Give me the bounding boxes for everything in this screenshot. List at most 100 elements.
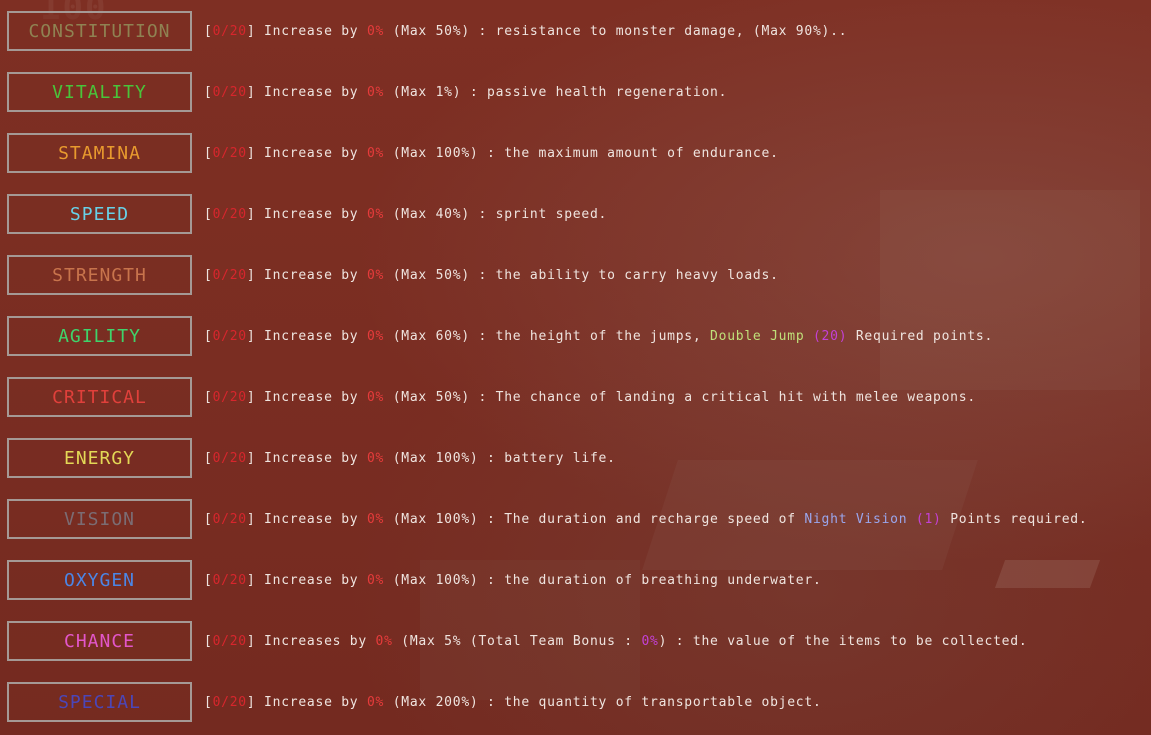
description-prefix: Increase by xyxy=(255,206,367,222)
stat-row-oxygen: OXYGEN [0/20] Increase by 0% (Max 100%) … xyxy=(0,560,1151,600)
description-prefix: Increase by xyxy=(255,572,367,588)
stat-percent: 0% xyxy=(366,267,385,283)
stat-label: OXYGEN xyxy=(63,569,136,591)
description-text: (Max 100%) : the maximum amount of endur… xyxy=(384,145,779,161)
description-prefix: Increases by xyxy=(255,633,376,649)
stat-points: 0/20 xyxy=(212,206,247,222)
description-text: (Max 200%) : the quantity of transportab… xyxy=(384,694,822,710)
description-text: (Max 100%) : the duration of breathing u… xyxy=(384,572,822,588)
vitality-button[interactable]: VITALITY xyxy=(7,72,192,112)
description-prefix: Increase by xyxy=(255,267,367,283)
stat-description: [0/20] Increase by 0% (Max 1%) : passive… xyxy=(204,84,728,100)
stat-percent: 0% xyxy=(366,389,385,405)
stat-points: 0/20 xyxy=(212,328,247,344)
stat-row-agility: AGILITY [0/20] Increase by 0% (Max 60%) … xyxy=(0,316,1151,356)
agility-button[interactable]: AGILITY xyxy=(7,316,192,356)
description-text: (Max 50%) : The chance of landing a crit… xyxy=(384,389,976,405)
stat-description: [0/20] Increase by 0% (Max 50%) : resist… xyxy=(204,23,848,39)
stat-percent: 0% xyxy=(366,450,385,466)
stat-label: SPEED xyxy=(69,203,130,225)
description-suffix: Points required. xyxy=(941,511,1088,527)
stat-row-vitality: VITALITY [0/20] Increase by 0% (Max 1%) … xyxy=(0,72,1151,112)
oxygen-button[interactable]: OXYGEN xyxy=(7,560,192,600)
stat-description: [0/20] Increase by 0% (Max 60%) : the he… xyxy=(204,328,994,344)
chance-button[interactable]: CHANCE xyxy=(7,621,192,661)
stat-label: CONSTITUTION xyxy=(28,20,171,42)
stat-points: 0/20 xyxy=(212,450,247,466)
stat-percent: 0% xyxy=(366,84,385,100)
special-button[interactable]: SPECIAL xyxy=(7,682,192,722)
required-points: (1) xyxy=(915,511,942,527)
description-text: (Max 1%) : passive health regeneration. xyxy=(384,84,728,100)
description-prefix: Increase by xyxy=(255,511,367,527)
description-suffix: ) : the value of the items to be collect… xyxy=(658,633,1028,649)
stat-label: CHANCE xyxy=(63,630,136,652)
stat-label: STAMINA xyxy=(58,142,141,164)
description-prefix: Increase by xyxy=(255,694,367,710)
stat-points: 0/20 xyxy=(212,694,247,710)
stat-percent: 0% xyxy=(366,23,385,39)
description-suffix: Required points. xyxy=(847,328,994,344)
stat-description: [0/20] Increase by 0% (Max 100%) : batte… xyxy=(204,450,616,466)
stat-row-critical: CRITICAL [0/20] Increase by 0% (Max 50%)… xyxy=(0,377,1151,417)
stat-points: 0/20 xyxy=(212,511,247,527)
stat-label: VITALITY xyxy=(52,81,147,103)
strength-button[interactable]: STRENGTH xyxy=(7,255,192,295)
stat-points: 0/20 xyxy=(212,145,247,161)
description-text: (Max 100%) : The duration and recharge s… xyxy=(384,511,805,527)
stat-label: STRENGTH xyxy=(52,264,147,286)
stat-description: [0/20] Increase by 0% (Max 50%) : the ab… xyxy=(204,267,779,283)
stat-points: 0/20 xyxy=(212,23,247,39)
stamina-button[interactable]: STAMINA xyxy=(7,133,192,173)
description-text: (Max 60%) : the height of the jumps, xyxy=(384,328,711,344)
stat-description: [0/20] Increase by 0% (Max 100%) : The d… xyxy=(204,511,1088,527)
description-prefix: Increase by xyxy=(255,84,367,100)
speed-button[interactable]: SPEED xyxy=(7,194,192,234)
stat-label: ENERGY xyxy=(63,447,136,469)
description-text: (Max 50%) : the ability to carry heavy l… xyxy=(384,267,779,283)
stat-description: [0/20] Increase by 0% (Max 200%) : the q… xyxy=(204,694,822,710)
double-jump-skill: Double Jump xyxy=(710,328,805,344)
description-text: (Max 50%) : resistance to monster damage… xyxy=(384,23,848,39)
stat-points: 0/20 xyxy=(212,389,247,405)
stat-points: 0/20 xyxy=(212,633,247,649)
energy-button[interactable]: ENERGY xyxy=(7,438,192,478)
stat-label: VISION xyxy=(63,508,136,530)
team-bonus-percent: 0% xyxy=(641,633,659,649)
stat-points: 0/20 xyxy=(212,267,247,283)
stat-description: [0/20] Increase by 0% (Max 100%) : the d… xyxy=(204,572,822,588)
stat-row-speed: SPEED [0/20] Increase by 0% (Max 40%) : … xyxy=(0,194,1151,234)
stat-percent: 0% xyxy=(366,511,385,527)
night-vision-skill: Night Vision xyxy=(804,511,908,527)
stat-percent: 0% xyxy=(366,145,385,161)
critical-button[interactable]: CRITICAL xyxy=(7,377,192,417)
description-text: (Max 100%) : battery life. xyxy=(384,450,616,466)
stat-row-stamina: STAMINA [0/20] Increase by 0% (Max 100%)… xyxy=(0,133,1151,173)
stat-percent: 0% xyxy=(366,572,385,588)
description-prefix: Increase by xyxy=(255,145,367,161)
stat-row-energy: ENERGY [0/20] Increase by 0% (Max 100%) … xyxy=(0,438,1151,478)
stat-row-special: SPECIAL [0/20] Increase by 0% (Max 200%)… xyxy=(0,682,1151,722)
stat-row-vision: VISION [0/20] Increase by 0% (Max 100%) … xyxy=(0,499,1151,539)
description-text: (Max 40%) : sprint speed. xyxy=(384,206,608,222)
stat-description: [0/20] Increase by 0% (Max 100%) : the m… xyxy=(204,145,779,161)
stat-row-constitution: CONSTITUTION [0/20] Increase by 0% (Max … xyxy=(0,11,1151,51)
stat-points: 0/20 xyxy=(212,572,247,588)
description-prefix: Increase by xyxy=(255,328,367,344)
stat-label: SPECIAL xyxy=(58,691,141,713)
stat-percent: 0% xyxy=(366,206,385,222)
stat-percent: 0% xyxy=(366,694,385,710)
vision-button[interactable]: VISION xyxy=(7,499,192,539)
description-text: (Max 5% (Total Team Bonus : xyxy=(392,633,642,649)
required-points: (20) xyxy=(812,328,848,344)
stat-points: 0/20 xyxy=(212,84,247,100)
stat-row-strength: STRENGTH [0/20] Increase by 0% (Max 50%)… xyxy=(0,255,1151,295)
constitution-button[interactable]: CONSTITUTION xyxy=(7,11,192,51)
stat-description: [0/20] Increase by 0% (Max 50%) : The ch… xyxy=(204,389,976,405)
stat-percent: 0% xyxy=(375,633,393,649)
stat-label: AGILITY xyxy=(58,325,141,347)
description-prefix: Increase by xyxy=(255,389,367,405)
description-prefix: Increase by xyxy=(255,23,367,39)
stat-row-chance: CHANCE [0/20] Increases by 0% (Max 5% (T… xyxy=(0,621,1151,661)
stat-label: CRITICAL xyxy=(52,386,147,408)
